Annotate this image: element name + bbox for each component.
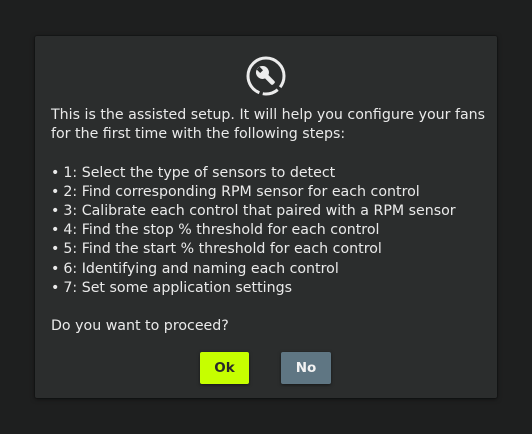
step-item: • 3: Calibrate each control that paired w… bbox=[51, 202, 491, 221]
step-text: 1: Select the type of sensors to detect bbox=[63, 164, 336, 181]
step-item: • 7: Set some application settings bbox=[51, 279, 491, 298]
bullet: • bbox=[51, 164, 60, 181]
step-item: • 6: Identifying and naming each control bbox=[51, 260, 491, 279]
wrench-progress-icon bbox=[245, 55, 287, 97]
steps-list: • 1: Select the type of sensors to detect… bbox=[51, 164, 491, 298]
step-text: 2: Find corresponding RPM sensor for eac… bbox=[63, 183, 420, 200]
step-item: • 4: Find the stop % threshold for each c… bbox=[51, 221, 491, 240]
dialog-message: This is the assisted setup. It will help… bbox=[51, 106, 491, 336]
dialog-actions: Ok No bbox=[35, 352, 497, 384]
bullet: • bbox=[51, 203, 60, 219]
ok-button[interactable]: Ok bbox=[200, 352, 249, 384]
bullet: • bbox=[51, 241, 60, 258]
step-text: 6: Identifying and naming each control bbox=[63, 260, 339, 277]
step-text: 3: Calibrate each control that paired wi… bbox=[63, 203, 456, 219]
bullet: • bbox=[51, 183, 60, 200]
setup-dialog: This is the assisted setup. It will help… bbox=[35, 36, 497, 398]
bullet: • bbox=[51, 260, 60, 277]
step-text: 5: Find the start % threshold for each c… bbox=[63, 241, 382, 258]
bullet: • bbox=[51, 279, 60, 296]
step-text: 4: Find the stop % threshold for each co… bbox=[63, 222, 380, 239]
bullet: • bbox=[51, 222, 60, 239]
step-text: 7: Set some application settings bbox=[63, 279, 292, 296]
step-item: • 1: Select the type of sensors to detect bbox=[51, 164, 491, 183]
question-text: Do you want to proceed? bbox=[51, 318, 229, 335]
intro-text: This is the assisted setup. It will help… bbox=[51, 107, 486, 143]
no-button[interactable]: No bbox=[281, 352, 331, 384]
step-item: • 2: Find corresponding RPM sensor for ea… bbox=[51, 183, 491, 202]
step-item: • 5: Find the start % threshold for each … bbox=[51, 240, 491, 259]
